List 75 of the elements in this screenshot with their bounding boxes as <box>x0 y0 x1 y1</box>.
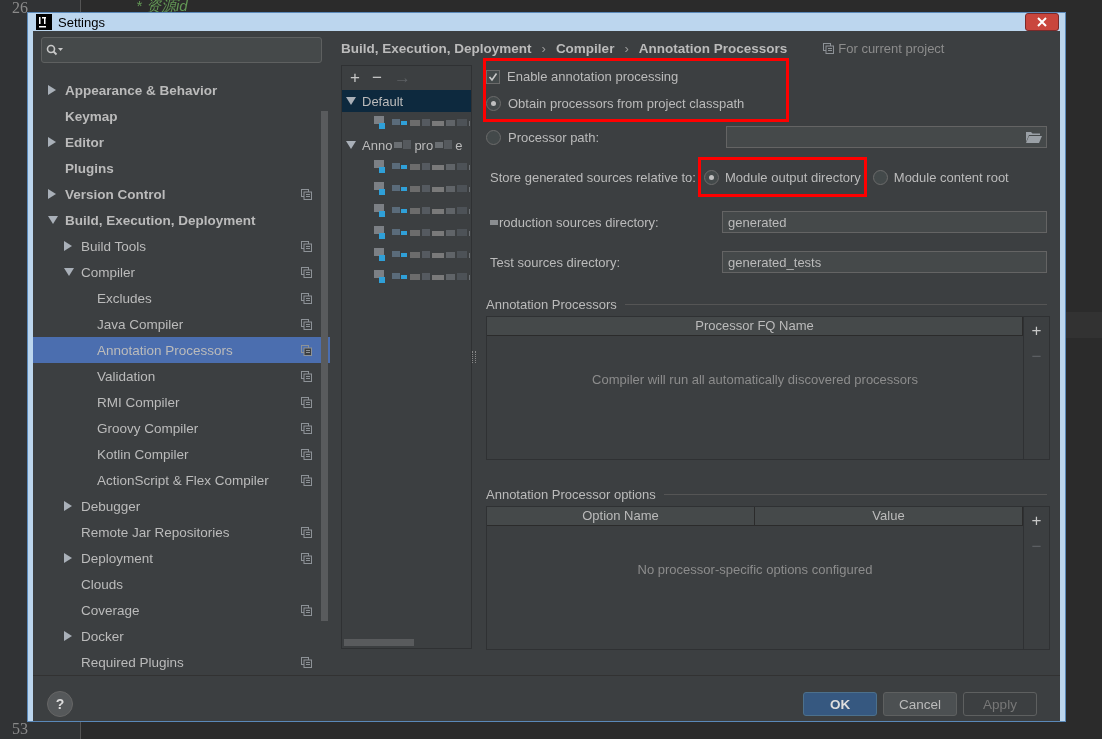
close-icon <box>1037 17 1047 27</box>
settings-tree-item[interactable]: Appearance & Behavior <box>33 77 330 103</box>
splitter-handle[interactable] <box>472 351 476 363</box>
breadcrumb-item[interactable]: Compiler <box>555 40 615 56</box>
search-icon <box>46 44 64 56</box>
ok-button[interactable]: OK <box>803 692 877 716</box>
checkbox[interactable] <box>486 69 500 84</box>
radio-label[interactable]: Processor path: <box>508 129 712 145</box>
radio-label[interactable]: Module content root <box>893 169 1009 185</box>
pixelated-block <box>394 140 413 150</box>
settings-tree-item[interactable]: Excludes <box>33 285 330 311</box>
scrollbar[interactable] <box>344 639 414 646</box>
add-button[interactable]: + <box>1031 509 1042 533</box>
breadcrumb-item[interactable]: Build, Execution, Deployment <box>341 40 532 56</box>
scope-note: For current project <box>838 40 945 56</box>
profile-item[interactable]: Default <box>342 90 471 112</box>
pixelated-block <box>435 140 454 150</box>
toolbar-button[interactable]: + <box>346 68 364 88</box>
help-button[interactable]: ? <box>47 691 73 717</box>
settings-tree-item[interactable]: Remote Jar Repositories <box>33 519 330 545</box>
breadcrumb-item[interactable]: Annotation Processors <box>638 40 788 56</box>
app-icon <box>36 14 52 30</box>
settings-tree-item[interactable]: Validation <box>33 363 330 389</box>
radio-button[interactable] <box>486 129 501 145</box>
radio-label[interactable]: Obtain processors from project classpath <box>508 96 745 111</box>
project-scope-icon <box>823 42 835 54</box>
settings-tree-item[interactable]: Plugins <box>33 155 330 181</box>
radio-label[interactable]: Module output directory <box>724 169 861 185</box>
settings-tree-item[interactable]: Build, Execution, Deployment <box>33 207 330 233</box>
column-header[interactable]: Value <box>755 507 1023 525</box>
dialog-button[interactable]: Cancel <box>883 692 957 716</box>
settings-tree-item[interactable]: Debugger <box>33 493 330 519</box>
settings-tree-item[interactable]: Required Plugins <box>33 649 330 675</box>
empty-table-text: Compiler will run all automatically discovered processors <box>592 372 918 389</box>
profile-item[interactable]: Anno pro e <box>342 134 471 156</box>
section-title: Annotation Processors <box>486 296 617 312</box>
line-number: 26 <box>12 0 28 16</box>
column-header[interactable]: Processor FQ Name <box>487 317 1023 335</box>
settings-tree-item[interactable]: Java Compiler <box>33 311 330 337</box>
field-label: Store generated sources relative to: <box>490 169 696 185</box>
radio-button[interactable] <box>486 96 501 111</box>
radio-button[interactable] <box>703 169 719 185</box>
input-field[interactable]: generated_tests <box>722 251 1047 273</box>
line-number: 53 <box>12 721 28 737</box>
field-label: roduction sources directory: <box>499 214 659 230</box>
settings-tree-item[interactable]: Coverage <box>33 597 330 623</box>
search-field[interactable] <box>41 37 322 63</box>
toolbar-button[interactable]: − <box>367 68 386 88</box>
processor-path-field[interactable] <box>726 126 1047 148</box>
settings-tree-item[interactable]: Build Tools <box>33 233 330 259</box>
settings-tree-item[interactable]: Compiler <box>33 259 330 285</box>
settings-tree-item[interactable]: Keymap <box>33 103 330 129</box>
input-field[interactable]: generated <box>722 211 1047 233</box>
scrollbar[interactable] <box>321 111 328 621</box>
settings-tree-item[interactable]: RMI Compiler <box>33 389 330 415</box>
radio-button[interactable] <box>872 169 888 185</box>
settings-tree-item[interactable]: Docker <box>33 623 330 649</box>
settings-tree-item[interactable]: ActionScript & Flex Compiler <box>33 467 330 493</box>
breadcrumb-separator: › <box>624 40 629 56</box>
checkbox-label[interactable]: Enable annotation processing <box>507 69 679 84</box>
window-title: Settings <box>58 14 105 30</box>
settings-tree-item[interactable]: Version Control <box>33 181 330 207</box>
close-button[interactable] <box>1025 13 1059 31</box>
field-label: Test sources directory: <box>490 254 621 270</box>
settings-tree-item[interactable]: Clouds <box>33 571 330 597</box>
empty-table-text: No processor-specific options configured <box>637 562 873 579</box>
settings-tree-item[interactable]: Groovy Compiler <box>33 415 330 441</box>
add-button[interactable]: + <box>1031 319 1042 343</box>
settings-tree-item[interactable]: Kotlin Compiler <box>33 441 330 467</box>
folder-icon[interactable] <box>1026 131 1042 143</box>
column-header[interactable]: Option Name <box>487 507 755 525</box>
settings-tree-item[interactable]: Editor <box>33 129 330 155</box>
breadcrumb-separator: › <box>541 40 546 56</box>
settings-tree-item[interactable]: Deployment <box>33 545 330 571</box>
section-title: Annotation Processor options <box>486 486 656 502</box>
